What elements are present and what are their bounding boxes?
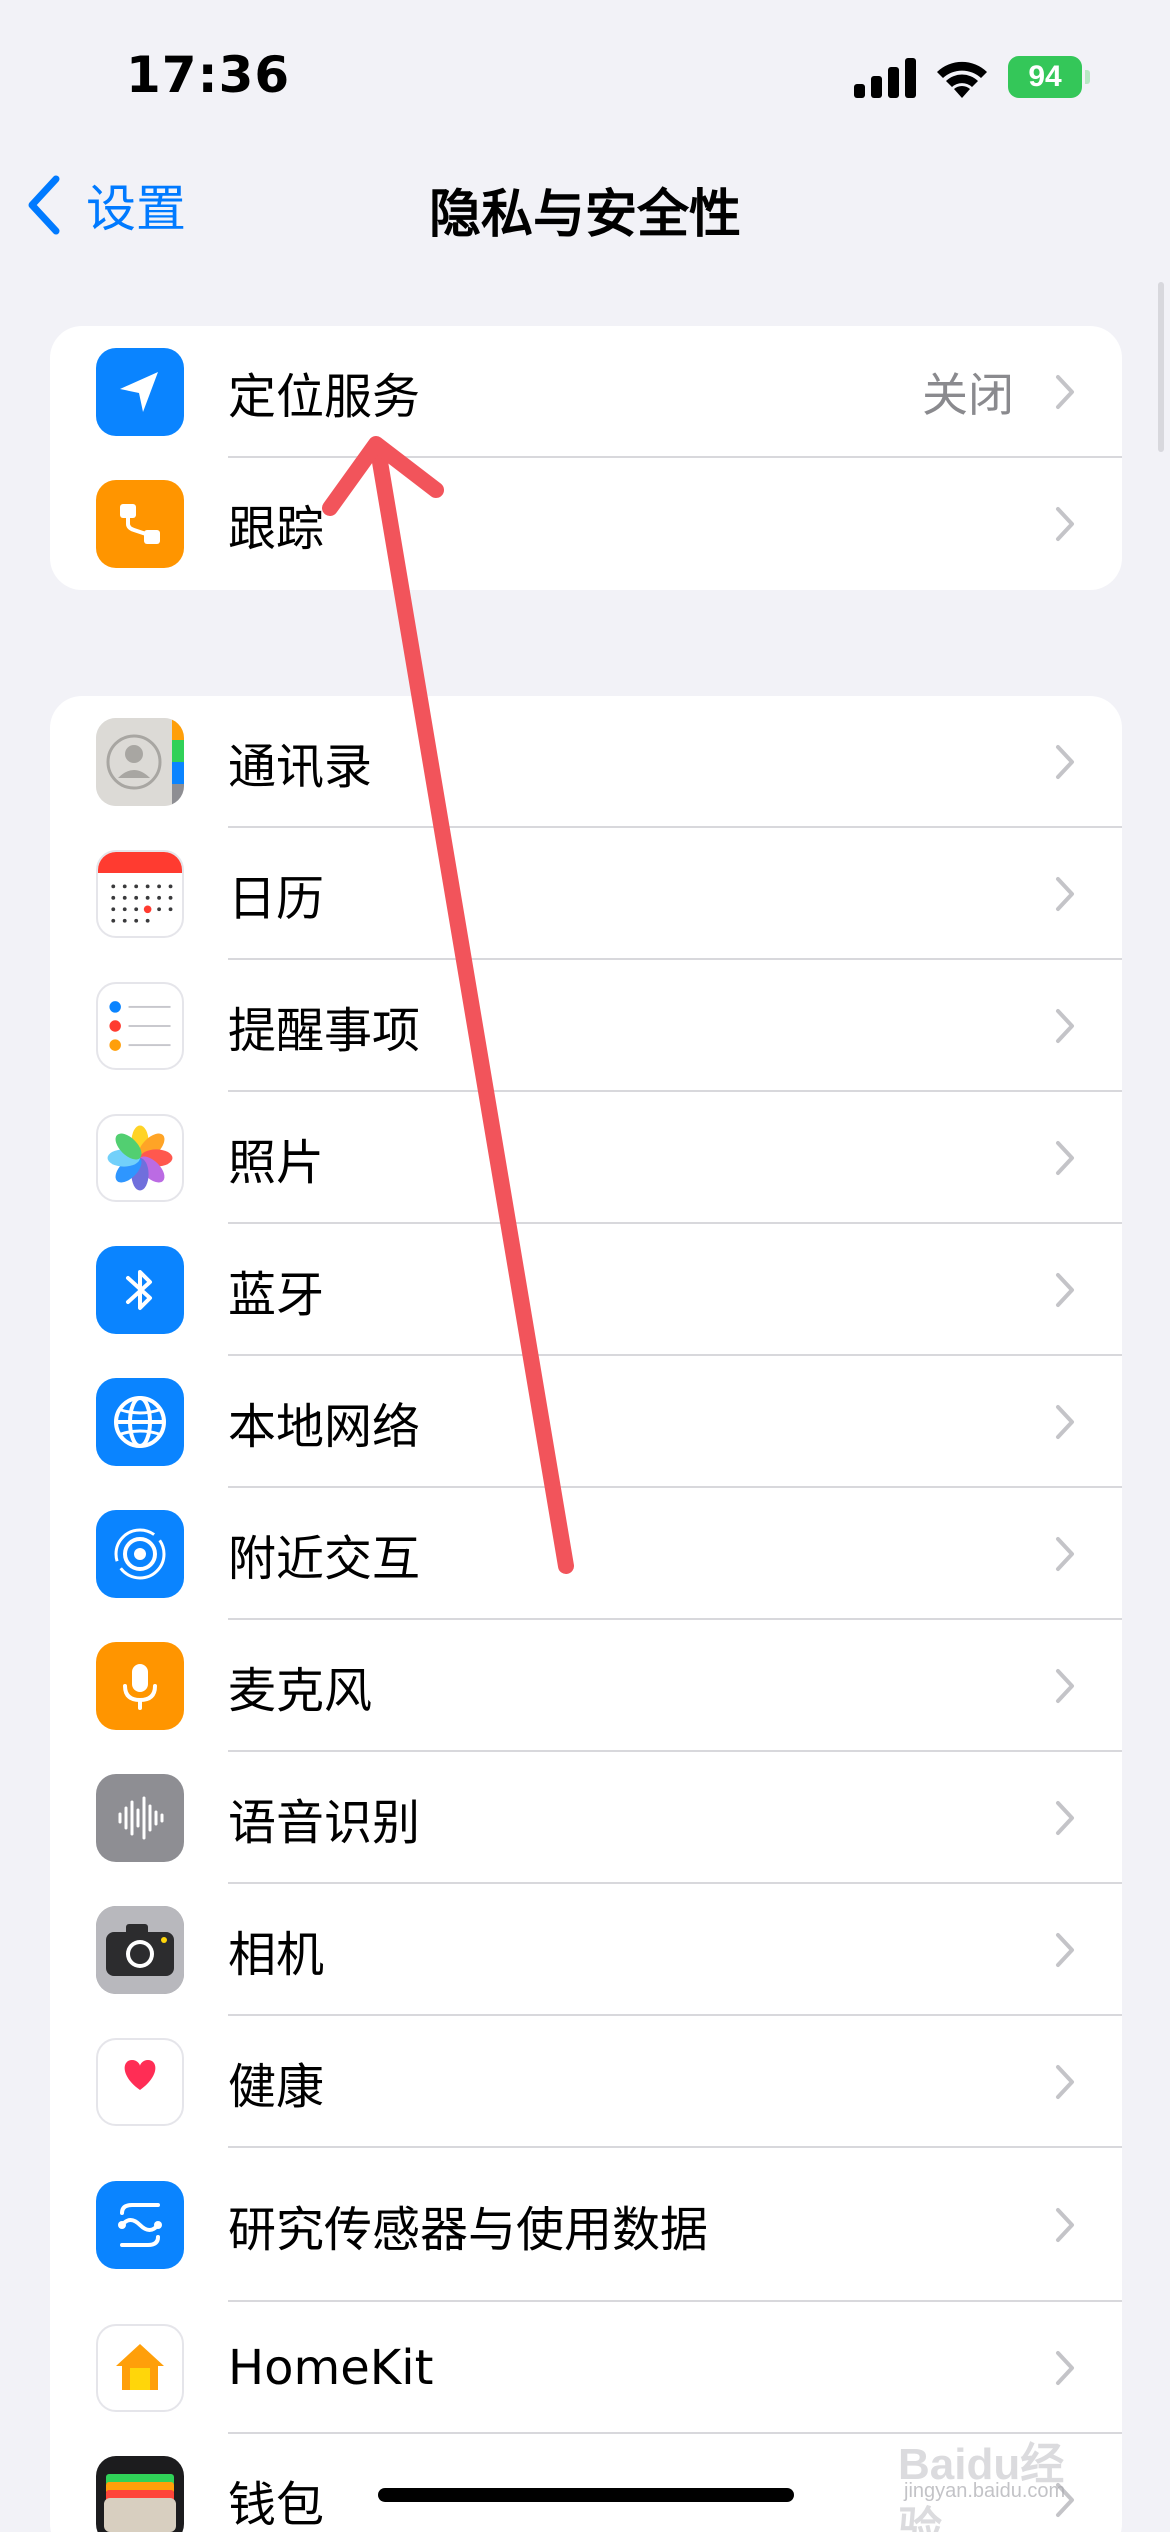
- nearby-icon: [96, 1510, 184, 1598]
- scroll-indicator: [1158, 282, 1164, 452]
- row-homekit[interactable]: HomeKit: [50, 2302, 1122, 2434]
- camera-icon: [96, 1906, 184, 1994]
- row-label: 照片: [228, 1135, 325, 1191]
- row-label: 定位服务: [228, 369, 421, 425]
- contacts-icon: [96, 718, 184, 806]
- microphone-icon: [96, 1642, 184, 1730]
- row-bluetooth[interactable]: 蓝牙: [50, 1224, 1122, 1356]
- row-label: 本地网络: [228, 1399, 421, 1455]
- row-health[interactable]: 健康: [50, 2016, 1122, 2148]
- chevron-right-icon: [1056, 2208, 1074, 2242]
- row-label: 日历: [228, 871, 325, 927]
- cellular-signal-icon: [854, 58, 916, 98]
- wifi-icon: [937, 61, 987, 98]
- tracking-icon: [96, 480, 184, 568]
- row-label: 提醒事项: [228, 1003, 421, 1059]
- row-camera[interactable]: 相机: [50, 1884, 1122, 2016]
- chevron-right-icon: [1056, 1537, 1074, 1571]
- wallet-icon: [96, 2456, 184, 2532]
- battery-tip: [1085, 70, 1090, 84]
- row-label: 钱包: [228, 2477, 325, 2532]
- chevron-right-icon: [1056, 1141, 1074, 1175]
- watermark: Baidu经验 jingyan.baidu.com: [898, 2428, 1108, 2532]
- watermark-url: jingyan.baidu.com: [904, 2480, 1066, 2502]
- row-contacts[interactable]: 通讯录: [50, 696, 1122, 828]
- chevron-right-icon: [1056, 1669, 1074, 1703]
- home-icon: [96, 2324, 184, 2412]
- chevron-right-icon: [1056, 1933, 1074, 1967]
- chevron-right-icon: [1056, 1009, 1074, 1043]
- chevron-right-icon: [1056, 877, 1074, 911]
- row-location-services[interactable]: 定位服务 关闭: [50, 326, 1122, 458]
- row-label: 通讯录: [228, 739, 373, 795]
- chevron-right-icon: [1056, 507, 1074, 541]
- calendar-icon: [96, 850, 184, 938]
- bluetooth-icon: [96, 1246, 184, 1334]
- chevron-right-icon: [1056, 2065, 1074, 2099]
- page-title: 隐私与安全性: [428, 185, 741, 245]
- row-label: HomeKit: [228, 2340, 434, 2396]
- location-tracking-group: 定位服务 关闭 跟踪: [50, 326, 1122, 590]
- row-photos[interactable]: 照片: [50, 1092, 1122, 1224]
- row-reminders[interactable]: 提醒事项: [50, 960, 1122, 1092]
- permissions-group: 通讯录 日历 提醒事项 照片 蓝牙 本地网络 附近交互 麦克风 语音识别 相机 …: [50, 696, 1122, 2532]
- row-label: 附近交互: [228, 1531, 421, 1587]
- chevron-right-icon: [1056, 1405, 1074, 1439]
- row-local-network[interactable]: 本地网络: [50, 1356, 1122, 1488]
- row-label: 麦克风: [228, 1663, 373, 1719]
- row-tracking[interactable]: 跟踪: [50, 458, 1122, 590]
- battery-level: 94: [1008, 56, 1082, 98]
- row-label: 健康: [228, 2059, 325, 2115]
- chevron-right-icon: [1056, 1273, 1074, 1307]
- row-nearby-interactions[interactable]: 附近交互: [50, 1488, 1122, 1620]
- row-label: 语音识别: [228, 1795, 421, 1851]
- photos-icon: [96, 1114, 184, 1202]
- home-indicator[interactable]: [378, 2488, 794, 2502]
- status-time: 17:36: [126, 46, 291, 104]
- waveform-icon: [96, 1774, 184, 1862]
- row-label: 跟踪: [228, 501, 325, 557]
- chevron-right-icon: [1056, 1801, 1074, 1835]
- research-icon: [96, 2181, 184, 2269]
- row-value: 关闭: [922, 368, 1014, 422]
- chevron-right-icon: [1056, 2351, 1074, 2385]
- heart-icon: [96, 2038, 184, 2126]
- row-label: 研究传感器与使用数据: [228, 2202, 709, 2258]
- globe-icon: [96, 1378, 184, 1466]
- chevron-right-icon: [1056, 745, 1074, 779]
- reminders-icon: [96, 982, 184, 1070]
- row-microphone[interactable]: 麦克风: [50, 1620, 1122, 1752]
- row-label: 相机: [228, 1927, 325, 1983]
- row-calendars[interactable]: 日历: [50, 828, 1122, 960]
- status-bar: 17:36 94: [0, 0, 1170, 150]
- battery-icon: 94: [1008, 56, 1090, 98]
- row-research-sensor[interactable]: 研究传感器与使用数据: [50, 2148, 1122, 2302]
- row-label: 蓝牙: [228, 1267, 325, 1323]
- location-arrow-icon: [96, 348, 184, 436]
- chevron-right-icon: [1056, 375, 1074, 409]
- row-speech-recognition[interactable]: 语音识别: [50, 1752, 1122, 1884]
